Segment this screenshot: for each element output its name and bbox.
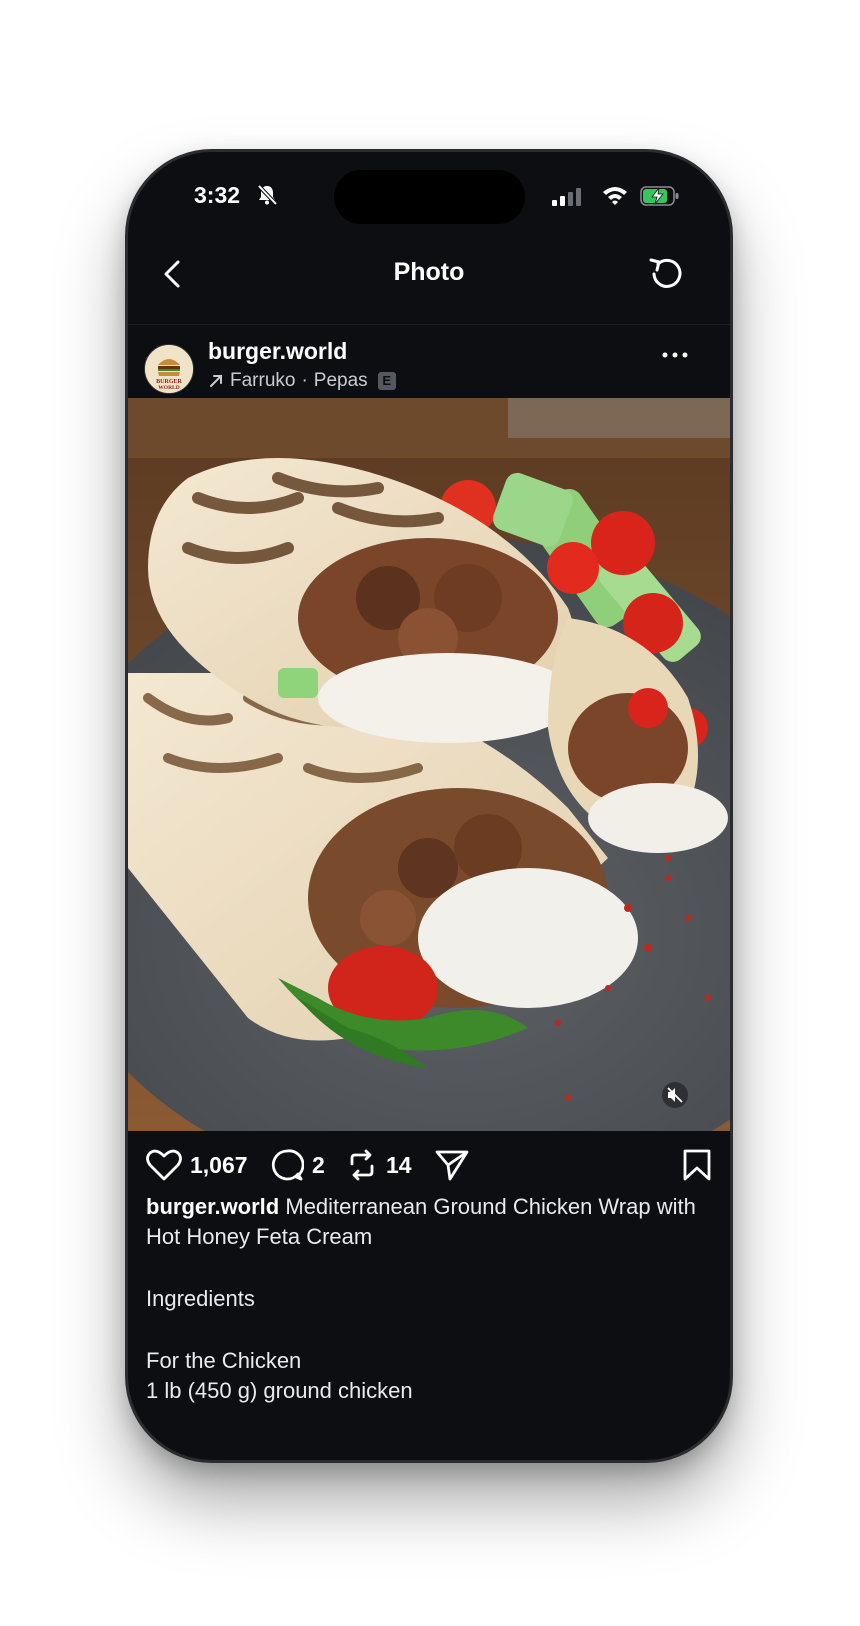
music-song: Pepas [313,370,368,391]
explicit-badge: E [377,372,396,390]
battery-charging-icon [640,186,679,206]
post-photo[interactable] [128,398,730,1131]
header-divider [128,324,730,325]
caption-username[interactable]: burger.world [146,1194,279,1219]
comment-count: 2 [312,1151,325,1178]
like-action[interactable]: 1,067 [146,1148,248,1182]
status-time: 3:32 [194,182,241,208]
post-caption: burger.world Mediterranean Ground Chicke… [146,1192,714,1406]
heart-icon[interactable] [146,1148,182,1182]
audio-muted-icon[interactable] [662,1082,688,1108]
refresh-icon[interactable] [646,254,686,294]
comment-icon[interactable] [270,1148,304,1182]
music-artist: Farruko [230,370,296,391]
bookmark-icon[interactable] [682,1148,712,1182]
post-username[interactable]: burger.world [208,338,347,365]
repost-icon[interactable] [346,1148,378,1182]
repost-count: 14 [386,1151,412,1178]
music-info[interactable]: Farruko · Pepas E [208,370,396,392]
bell-muted-icon [257,184,278,206]
comment-action[interactable]: 2 [270,1148,325,1182]
phone-frame: 3:32 Photo BURGER WORLD burger.world Far… [128,152,730,1460]
music-separator: · [301,370,308,391]
action-bar: 1,067 2 14 [146,1148,712,1188]
share-icon[interactable] [434,1148,470,1182]
svg-text:WORLD: WORLD [158,385,179,391]
signal-icon [552,188,581,206]
wifi-icon [603,187,627,205]
burger-logo-icon: BURGER WORLD [145,345,193,393]
avatar[interactable]: BURGER WORLD [144,344,194,394]
more-options-icon[interactable] [662,348,688,362]
repost-action[interactable]: 14 [346,1148,412,1182]
page-title: Photo [393,258,465,286]
like-count: 1,067 [190,1151,248,1178]
caption-line-section: For the Chicken [146,1348,302,1373]
dynamic-island [334,170,525,224]
caption-line-item: 1 lb (450 g) ground chicken [146,1378,413,1403]
arrow-up-right-icon [210,375,222,387]
caption-line-ingredients: Ingredients [146,1286,255,1311]
